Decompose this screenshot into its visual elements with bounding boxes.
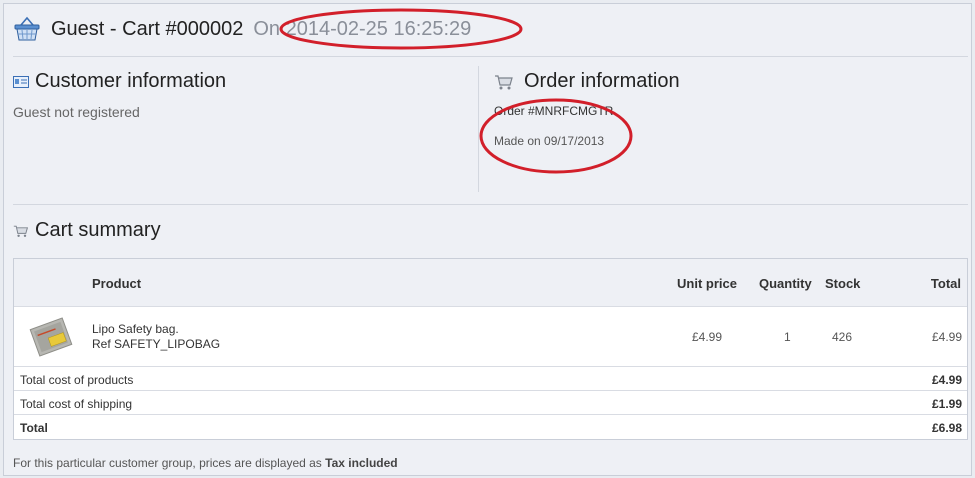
- product-unit-price: £4.99: [692, 330, 723, 344]
- total-shipping-value: £1.99: [931, 397, 962, 411]
- total-products-value: £4.99: [931, 373, 962, 387]
- order-info-title: Order information: [524, 70, 680, 92]
- total-products-row: Total cost of products £4.99: [14, 367, 967, 391]
- total-shipping-row: Total cost of shipping £1.99: [14, 391, 967, 415]
- cart-table: Product Unit price Quantity Stock Total …: [13, 258, 968, 440]
- grand-total-value: £6.98: [931, 421, 962, 435]
- col-quantity: Quantity: [759, 276, 812, 291]
- shopping-cart-icon: [495, 74, 513, 89]
- tax-note: For this particular customer group, pric…: [13, 456, 398, 470]
- customer-status: Guest not registered: [13, 104, 140, 120]
- table-row: Lipo Safety bag. Ref SAFETY_LIPOBAG £4.9…: [14, 307, 967, 367]
- product-name[interactable]: Lipo Safety bag.: [92, 322, 179, 336]
- order-info-heading: Order information: [494, 70, 680, 93]
- annotation-circle-date: [279, 8, 523, 50]
- shopping-basket-icon: [14, 16, 40, 41]
- col-product: Product: [92, 276, 142, 291]
- product-quantity: 1: [784, 330, 791, 344]
- table-header: Product Unit price Quantity Stock Total: [14, 259, 967, 307]
- annotation-circle-order: [479, 98, 633, 174]
- col-stock: Stock: [825, 276, 861, 291]
- product-thumbnail[interactable]: [28, 315, 74, 359]
- product-stock: 426: [832, 330, 853, 344]
- page-title: Guest - Cart #000002: [51, 17, 244, 40]
- cart-summary-heading: Cart summary: [13, 219, 161, 242]
- cart-summary-title: Cart summary: [35, 219, 161, 241]
- section-divider: [13, 204, 968, 205]
- product-total: £4.99: [931, 330, 962, 344]
- shopping-cart-icon: [13, 225, 29, 237]
- customer-info-title: Customer information: [35, 70, 227, 92]
- header-divider: [13, 56, 968, 57]
- grand-total-row: Total £6.98: [14, 415, 967, 439]
- col-total: Total: [930, 276, 961, 291]
- grand-total-label: Total: [20, 421, 48, 435]
- col-unit-price: Unit price: [677, 276, 737, 291]
- customer-info-heading: Customer information: [13, 70, 226, 93]
- tax-note-emphasis: Tax included: [325, 456, 398, 470]
- product-ref: Ref SAFETY_LIPOBAG: [92, 337, 221, 351]
- total-shipping-label: Total cost of shipping: [20, 397, 133, 411]
- tax-note-text: For this particular customer group, pric…: [13, 456, 322, 470]
- total-products-label: Total cost of products: [20, 373, 134, 387]
- id-card-icon: [13, 75, 29, 88]
